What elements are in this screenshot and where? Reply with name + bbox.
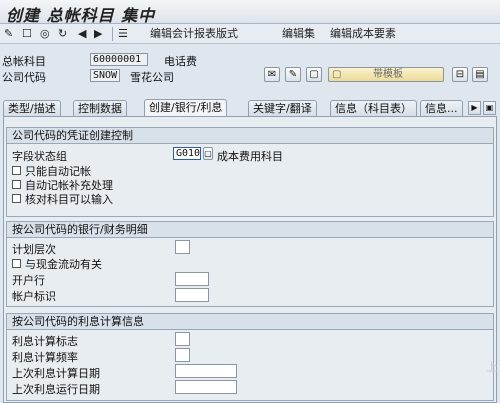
group-title: 公司代码的凭证创建控制 <box>7 128 493 144</box>
tab-info-more[interactable]: 信息... <box>420 100 463 116</box>
field-status-label: 字段状态组 <box>12 150 67 163</box>
planning-level-label: 计划层次 <box>12 243 56 256</box>
toolbar-separator <box>112 27 113 41</box>
account-label: 总帐科目 <box>2 55 46 68</box>
lock-icon[interactable]: ⊟ <box>452 67 468 82</box>
tab-strip: 类型/描述 控制数据 创建/银行/利息 关键字/翻译 信息（科目表） 信息...… <box>0 99 500 116</box>
cash-flow-label: 与现金流动有关 <box>25 258 102 271</box>
post-auto-only-checkbox[interactable] <box>12 166 21 175</box>
tab-info-chart[interactable]: 信息（科目表） <box>330 100 417 116</box>
group-title: 按公司代码的利息计算信息 <box>7 314 493 330</box>
with-template-label: 带模板 <box>373 69 403 80</box>
watermark: 上 <box>485 360 498 374</box>
tab-type-description[interactable]: 类型/描述 <box>3 100 61 116</box>
field-status-input[interactable]: G010 <box>173 147 201 160</box>
last-key-date-label: 上次利息计算日期 <box>12 367 100 380</box>
window-title: 创建 总帐科目 集中 <box>6 6 156 25</box>
print-icon[interactable]: ▤ <box>472 67 488 82</box>
refresh-icon[interactable]: ↻ <box>58 27 67 41</box>
doc-creation-group: 公司代码的凭证创建控制 字段状态组 G010 ▢ 成本费用科目 只能自动记帐 自… <box>6 127 494 217</box>
display-icon[interactable]: ◎ <box>40 27 50 41</box>
house-bank-input[interactable] <box>175 272 209 286</box>
reconciliation-input-checkbox[interactable] <box>12 194 21 203</box>
edit-cost-element-button[interactable]: 编辑成本要素 <box>330 27 396 41</box>
supplement-auto-checkbox[interactable] <box>12 180 21 189</box>
tab-create-bank-interest[interactable]: 创建/银行/利息 <box>144 99 228 116</box>
company-description: 雪花公司 <box>130 71 174 84</box>
f4-help-icon[interactable]: ▢ <box>203 147 213 160</box>
reconciliation-input-label: 核对科目可以输入 <box>25 193 113 206</box>
template-icon: ▢ <box>332 69 342 80</box>
tab-control-data[interactable]: 控制数据 <box>73 100 127 116</box>
account-id-input[interactable] <box>175 288 209 302</box>
cash-flow-checkbox[interactable] <box>12 259 21 268</box>
company-code-field[interactable]: SNOW <box>90 69 120 82</box>
tab-scroll-right-icon[interactable]: ▶ <box>468 101 481 115</box>
title-bar: 创建 总帐科目 集中 <box>0 0 500 25</box>
edit-report-layout-button[interactable]: 编辑会计报表版式 <box>150 27 238 41</box>
tab-content-panel: 公司代码的凭证创建控制 字段状态组 G010 ▢ 成本费用科目 只能自动记帐 自… <box>3 116 497 403</box>
interest-indicator-label: 利息计算标志 <box>12 335 78 348</box>
company-code-label: 公司代码 <box>2 71 46 84</box>
next-icon[interactable]: ▶ <box>94 27 102 41</box>
bank-details-group: 按公司代码的银行/财务明细 计划层次 与现金流动有关 开户行 帐户标识 <box>6 221 494 307</box>
group-title: 按公司代码的银行/财务明细 <box>7 222 493 238</box>
interest-frequency-label: 利息计算频率 <box>12 351 78 364</box>
other-company-icon[interactable]: ✉ <box>264 67 280 82</box>
new-document-icon[interactable]: ▢ <box>306 67 322 82</box>
account-id-label: 帐户标识 <box>12 290 56 303</box>
last-key-date-input[interactable] <box>175 364 237 378</box>
tab-keyword-translation[interactable]: 关键字/翻译 <box>248 100 317 116</box>
edit-pencil-icon[interactable]: ✎ <box>285 67 301 82</box>
last-run-date-input[interactable] <box>175 380 237 394</box>
interest-frequency-input[interactable] <box>175 348 190 362</box>
other-object-icon[interactable]: ☐ <box>22 27 32 41</box>
field-status-description: 成本费用科目 <box>217 150 283 163</box>
planning-level-input[interactable] <box>175 240 190 254</box>
application-toolbar: ✎ ☐ ◎ ↻ ◀ ▶ ☰ 编辑会计报表版式 编辑集 编辑成本要素 <box>0 24 500 44</box>
with-template-button[interactable]: ▢ 带模板 <box>328 67 444 82</box>
more-icon[interactable]: ☰ <box>118 27 128 41</box>
display-change-icon[interactable]: ✎ <box>4 27 13 41</box>
edit-set-button[interactable]: 编辑集 <box>282 27 315 41</box>
last-run-date-label: 上次利息运行日期 <box>12 383 100 396</box>
interest-calc-group: 按公司代码的利息计算信息 利息计算标志 利息计算频率 上次利息计算日期 上次利息… <box>6 313 494 401</box>
account-description: 电话费 <box>164 55 197 68</box>
interest-indicator-input[interactable] <box>175 332 190 346</box>
account-field[interactable]: 60000001 <box>90 53 148 66</box>
previous-icon[interactable]: ◀ <box>78 27 86 41</box>
tab-list-icon[interactable]: ▣ <box>483 101 496 115</box>
house-bank-label: 开户行 <box>12 274 45 287</box>
